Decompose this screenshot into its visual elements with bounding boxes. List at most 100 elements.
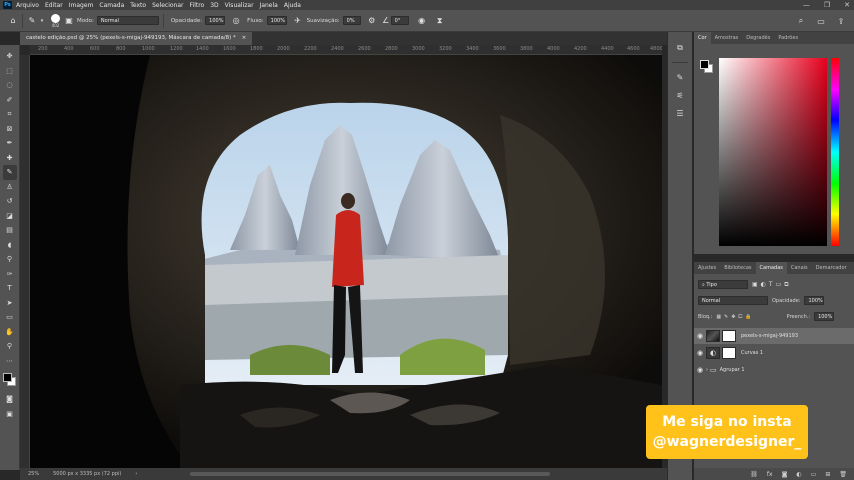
frame-tool-icon[interactable]: ⊠ bbox=[3, 122, 17, 137]
search-icon[interactable]: ⌕ bbox=[796, 16, 806, 26]
color-picker-field[interactable] bbox=[719, 58, 827, 246]
link-icon[interactable]: ⛓ bbox=[750, 471, 758, 478]
chevron-right-icon[interactable]: › bbox=[706, 367, 708, 373]
lasso-tool-icon[interactable]: ◌ bbox=[3, 78, 17, 93]
mode-select[interactable]: Normal bbox=[96, 16, 159, 25]
brush-settings-icon[interactable]: ✎ bbox=[674, 71, 686, 83]
minimize-button[interactable]: — bbox=[803, 0, 810, 10]
menu-visualizar[interactable]: Visualizar bbox=[225, 2, 254, 9]
hand-tool-icon[interactable]: ✋ bbox=[3, 325, 17, 340]
tab-canais[interactable]: Canais bbox=[787, 262, 812, 274]
screen-mode-icon[interactable]: ▣ bbox=[3, 407, 17, 422]
menu-camada[interactable]: Camada bbox=[99, 2, 124, 9]
share-icon[interactable]: ⇪ bbox=[836, 16, 846, 26]
marquee-tool-icon[interactable]: ⬚ bbox=[3, 64, 17, 79]
visibility-eye-icon[interactable]: ◉ bbox=[694, 332, 706, 340]
workspace-icon[interactable]: ▭ bbox=[816, 16, 826, 26]
add-mask-icon[interactable]: ◙ bbox=[782, 471, 788, 478]
visibility-eye-icon[interactable]: ◉ bbox=[694, 349, 706, 357]
layer-opacity-field[interactable]: 100% bbox=[804, 296, 825, 305]
layer-row[interactable]: ◉ pexels-s-migaj-949193 bbox=[694, 328, 854, 344]
fill-field[interactable]: 100% bbox=[814, 312, 835, 321]
menu-arquivo[interactable]: Arquivo bbox=[16, 2, 39, 9]
airbrush-icon[interactable]: ✈ bbox=[293, 16, 303, 26]
tab-demarcador[interactable]: Demarcador bbox=[812, 262, 851, 274]
menu-3d[interactable]: 3D bbox=[210, 2, 218, 9]
close-button[interactable]: ✕ bbox=[844, 0, 850, 10]
quick-selection-tool-icon[interactable]: ✐ bbox=[3, 93, 17, 108]
more-tools-icon[interactable]: ⋯ bbox=[3, 354, 17, 369]
new-layer-icon[interactable]: ⊞ bbox=[825, 471, 830, 478]
pressure-opacity-icon[interactable]: ◎ bbox=[231, 16, 241, 26]
history-icon[interactable]: ⧉ bbox=[674, 42, 686, 54]
eraser-tool-icon[interactable]: ◪ bbox=[3, 209, 17, 224]
blend-mode-select[interactable]: Normal bbox=[698, 296, 768, 305]
adjustments-icon[interactable]: ☰ bbox=[674, 107, 686, 119]
home-icon[interactable]: ⌂ bbox=[8, 16, 18, 26]
symmetry-icon[interactable]: ⧗ bbox=[435, 16, 445, 26]
layer-filter-icons[interactable]: ▣◐T▭⧉ bbox=[752, 281, 792, 289]
menu-ajuda[interactable]: Ajuda bbox=[284, 2, 301, 9]
layer-mask-thumbnail[interactable] bbox=[722, 347, 736, 359]
brush-tool-icon[interactable]: ✎ bbox=[27, 16, 37, 26]
flow-field[interactable]: 100% bbox=[266, 16, 287, 25]
maximize-button[interactable]: ❐ bbox=[824, 0, 830, 10]
menu-editar[interactable]: Editar bbox=[45, 2, 63, 9]
tab-amostras[interactable]: Amostras bbox=[711, 32, 743, 44]
gradient-tool-icon[interactable]: ▤ bbox=[3, 223, 17, 238]
type-tool-icon[interactable]: T bbox=[3, 281, 17, 296]
dodge-tool-icon[interactable]: ⚲ bbox=[3, 252, 17, 267]
foreground-background-colors[interactable] bbox=[2, 372, 18, 388]
brush-preset-picker[interactable]: 402 bbox=[51, 13, 60, 28]
menu-texto[interactable]: Texto bbox=[130, 2, 146, 9]
layer-row[interactable]: ◉ › ▭ Agrupar 1 bbox=[694, 362, 854, 378]
hue-slider[interactable] bbox=[831, 58, 839, 246]
layer-row[interactable]: ◉ ◐ Curvas 1 bbox=[694, 345, 854, 361]
gear-icon[interactable]: ⚙ bbox=[367, 16, 377, 26]
brush-tool-icon[interactable]: ✎ bbox=[2, 165, 17, 180]
rectangle-tool-icon[interactable]: ▭ bbox=[3, 310, 17, 325]
menu-imagem[interactable]: Imagem bbox=[69, 2, 94, 9]
tab-degrades[interactable]: Degradês bbox=[742, 32, 774, 44]
horizontal-scrollbar[interactable] bbox=[190, 472, 550, 476]
angle-field[interactable]: 0° bbox=[390, 16, 409, 25]
history-brush-tool-icon[interactable]: ↺ bbox=[3, 194, 17, 209]
clone-stamp-tool-icon[interactable]: ♙ bbox=[3, 180, 17, 195]
crop-tool-icon[interactable]: ⌗ bbox=[3, 107, 17, 122]
fx-icon[interactable]: fx bbox=[767, 471, 773, 478]
menu-selecionar[interactable]: Selecionar bbox=[152, 2, 183, 9]
status-arrow[interactable]: › bbox=[135, 471, 137, 477]
menu-filtro[interactable]: Filtro bbox=[190, 2, 205, 9]
foreground-color-swatch[interactable] bbox=[2, 373, 12, 382]
properties-icon[interactable]: ⚟ bbox=[674, 89, 686, 101]
eyedropper-tool-icon[interactable]: ✒ bbox=[3, 136, 17, 151]
new-group-icon[interactable]: ▭ bbox=[811, 471, 817, 478]
brush-settings-icon[interactable]: ▣ bbox=[64, 16, 74, 26]
pressure-size-icon[interactable]: ◉ bbox=[417, 16, 427, 26]
document-canvas[interactable] bbox=[30, 55, 662, 468]
blur-tool-icon[interactable]: ◖ bbox=[3, 238, 17, 253]
tab-cor[interactable]: Cor bbox=[694, 32, 711, 44]
healing-brush-tool-icon[interactable]: ✚ bbox=[3, 151, 17, 166]
layer-mask-thumbnail[interactable] bbox=[722, 330, 736, 342]
color-panel-swatches[interactable] bbox=[700, 60, 714, 74]
zoom-level[interactable]: 25% bbox=[28, 471, 39, 477]
document-tab[interactable]: castelo edição.psd @ 25% (pexels-s-migaj… bbox=[20, 32, 253, 45]
pen-tool-icon[interactable]: ✑ bbox=[3, 267, 17, 282]
menu-janela[interactable]: Janela bbox=[260, 2, 278, 9]
lock-icons[interactable]: ▦✎✥⧠🔒 bbox=[716, 314, 754, 320]
tab-padroes[interactable]: Padrões bbox=[774, 32, 802, 44]
foreground-color-swatch[interactable] bbox=[700, 60, 709, 69]
path-selection-tool-icon[interactable]: ➤ bbox=[3, 296, 17, 311]
close-tab-icon[interactable]: × bbox=[242, 35, 247, 41]
tab-bibliotecas[interactable]: Bibliotecas bbox=[720, 262, 755, 274]
layer-filter-select[interactable]: ⌕ Tipo bbox=[698, 280, 748, 289]
visibility-eye-icon[interactable]: ◉ bbox=[694, 366, 706, 374]
zoom-tool-icon[interactable]: ⚲ bbox=[3, 339, 17, 354]
quick-mask-icon[interactable]: ◙ bbox=[3, 392, 17, 407]
tab-ajustes[interactable]: Ajustes bbox=[694, 262, 720, 274]
opacity-field[interactable]: 100% bbox=[205, 16, 226, 25]
trash-icon[interactable]: 🗑 bbox=[839, 471, 847, 478]
smoothing-field[interactable]: 0% bbox=[342, 16, 361, 25]
move-tool-icon[interactable]: ✥ bbox=[3, 49, 17, 64]
